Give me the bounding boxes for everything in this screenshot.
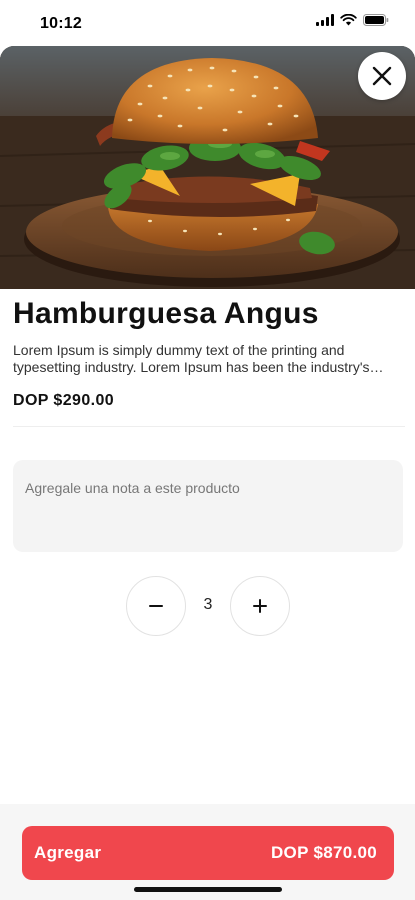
product-image xyxy=(0,46,415,289)
decrement-button[interactable] xyxy=(126,576,186,636)
quantity-value: 3 xyxy=(203,596,213,613)
bottom-bar: Agregar DOP $870.00 xyxy=(0,804,415,900)
add-button-label: Agregar xyxy=(34,843,102,862)
product-title: Hamburguesa Angus xyxy=(13,297,319,330)
status-bar: 10:12 xyxy=(0,0,415,46)
close-icon xyxy=(372,66,392,86)
product-price: DOP $290.00 xyxy=(13,392,115,409)
status-time: 10:12 xyxy=(40,15,82,32)
increment-button[interactable] xyxy=(230,576,290,636)
signal-icon xyxy=(316,14,334,26)
status-icons xyxy=(316,14,389,26)
product-info: Hamburguesa Angus Lorem Ipsum is simply … xyxy=(13,296,405,410)
hamburger-photo xyxy=(0,46,415,289)
home-indicator xyxy=(134,887,282,892)
minus-icon xyxy=(149,605,163,607)
plus-icon xyxy=(253,599,267,613)
product-description: Lorem Ipsum is simply dummy text of the … xyxy=(13,342,370,375)
wifi-icon xyxy=(340,14,357,26)
battery-icon xyxy=(363,14,389,26)
add-to-cart-button[interactable]: Agregar DOP $870.00 xyxy=(22,826,394,880)
quantity-stepper: 3 xyxy=(126,576,290,636)
note-input[interactable] xyxy=(13,460,403,552)
close-button[interactable] xyxy=(358,52,406,100)
divider xyxy=(13,426,405,427)
add-button-total: DOP $870.00 xyxy=(270,843,377,862)
